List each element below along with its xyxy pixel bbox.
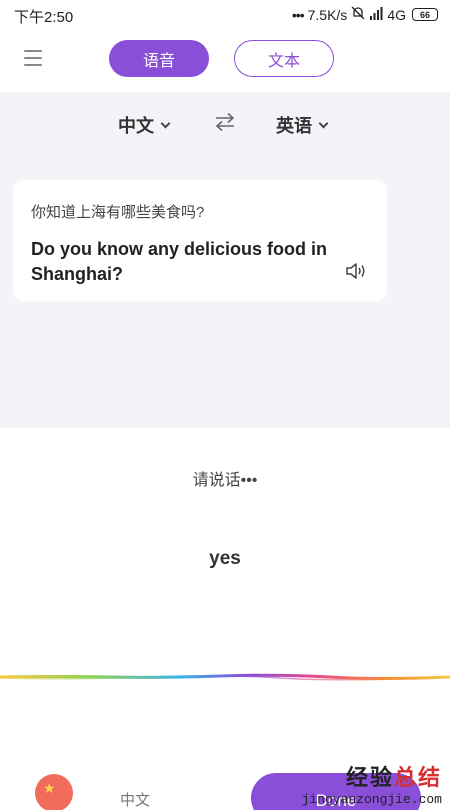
swap-icon[interactable] [214, 112, 236, 132]
speaker-icon[interactable] [345, 262, 367, 280]
watermark-text: 经验总结 [345, 765, 442, 790]
voice-waveform [0, 673, 450, 681]
battery-level: 66 [419, 9, 430, 20]
chevron-down-icon [318, 118, 329, 128]
speak-prompt: 请说话••• [192, 472, 258, 489]
signal-icon [369, 6, 383, 23]
tab-voice[interactable]: 语音 [109, 40, 209, 77]
target-language-label: 英语 [276, 116, 312, 136]
source-language-label: 中文 [118, 116, 154, 136]
status-bar: 下午2:50 ••• 7.5K/s 4G 66 [0, 0, 450, 30]
source-text: 你知道上海有哪些美食吗? [31, 204, 205, 221]
battery-icon: 66 [412, 8, 438, 21]
translation-area: 中文 英语 你知道上海有哪些美食吗? Do you know any delic… [0, 92, 450, 428]
status-time: 下午2:50 [14, 9, 74, 26]
translation-card[interactable]: 你知道上海有哪些美食吗? Do you know any delicious f… [13, 180, 387, 301]
recognized-text: yes [209, 548, 241, 569]
language-selector-row: 中文 英语 [0, 92, 450, 154]
flag-icon[interactable]: ★ [35, 774, 73, 810]
top-bar: 语音 文本 [0, 30, 450, 92]
mute-bell-icon [351, 6, 365, 23]
chevron-down-icon [160, 118, 171, 128]
translated-text: Do you know any delicious food in Shangh… [31, 239, 328, 284]
status-indicators: ••• 7.5K/s 4G 66 [292, 6, 438, 23]
watermark-url: jingyanzongjie.com [301, 792, 442, 807]
tab-text[interactable]: 文本 [234, 40, 334, 77]
target-language-select[interactable]: 英语 [276, 112, 329, 138]
bottom-language-label: 中文 [120, 792, 151, 809]
network-type: 4G [387, 6, 406, 23]
menu-icon[interactable] [24, 50, 42, 68]
net-speed: 7.5K/s [307, 6, 348, 23]
source-language-select[interactable]: 中文 [118, 112, 171, 138]
watermark: 经验总结 jingyanzongjie.com [302, 760, 442, 807]
notification-dots-icon: ••• [291, 6, 305, 23]
